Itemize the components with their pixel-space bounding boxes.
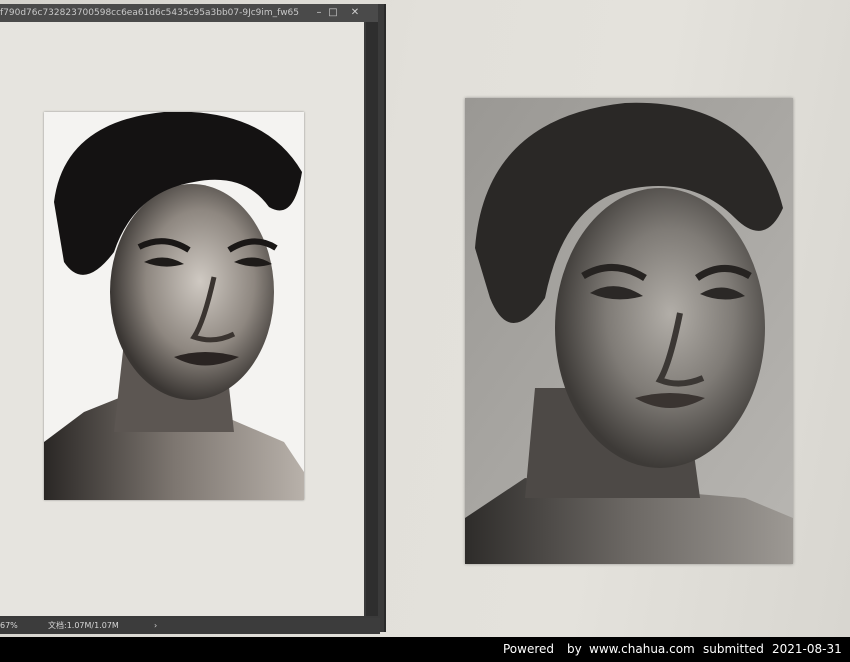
caption-date: 2021-08-31 [772, 642, 842, 656]
vertical-scrollbar[interactable] [366, 22, 378, 616]
document-size: 文档:1.07M/1.07M [48, 621, 119, 630]
document-title: f790d76c732823700598cc6ea61d6c5435c95a3b… [0, 8, 300, 18]
caption-site-link[interactable]: www.chahua.com [589, 637, 695, 662]
caption-powered: Powered [503, 642, 555, 656]
document-title-bar[interactable]: f790d76c732823700598cc6ea61d6c5435c95a3b… [0, 4, 378, 22]
zoom-level[interactable]: 67% [0, 618, 18, 634]
status-bar: 67% 文档:1.07M/1.07M › [0, 618, 380, 634]
status-menu-arrow-icon[interactable]: › [154, 618, 157, 634]
maximize-icon[interactable]: □ [326, 6, 340, 20]
painting-image-icon [465, 98, 793, 564]
caption-submitted: submitted [703, 642, 764, 656]
reference-photo [44, 112, 304, 500]
image-editor-window: f790d76c732823700598cc6ea61d6c5435c95a3b… [0, 4, 386, 634]
caption-by: by [567, 642, 582, 656]
painted-portrait [465, 98, 793, 564]
portrait-photo-icon [44, 112, 304, 500]
minimize-icon[interactable]: – [312, 6, 326, 20]
watermark-caption: Powered by www.chahua.com submitted 2021… [0, 637, 850, 662]
close-icon[interactable]: ✕ [348, 6, 362, 20]
